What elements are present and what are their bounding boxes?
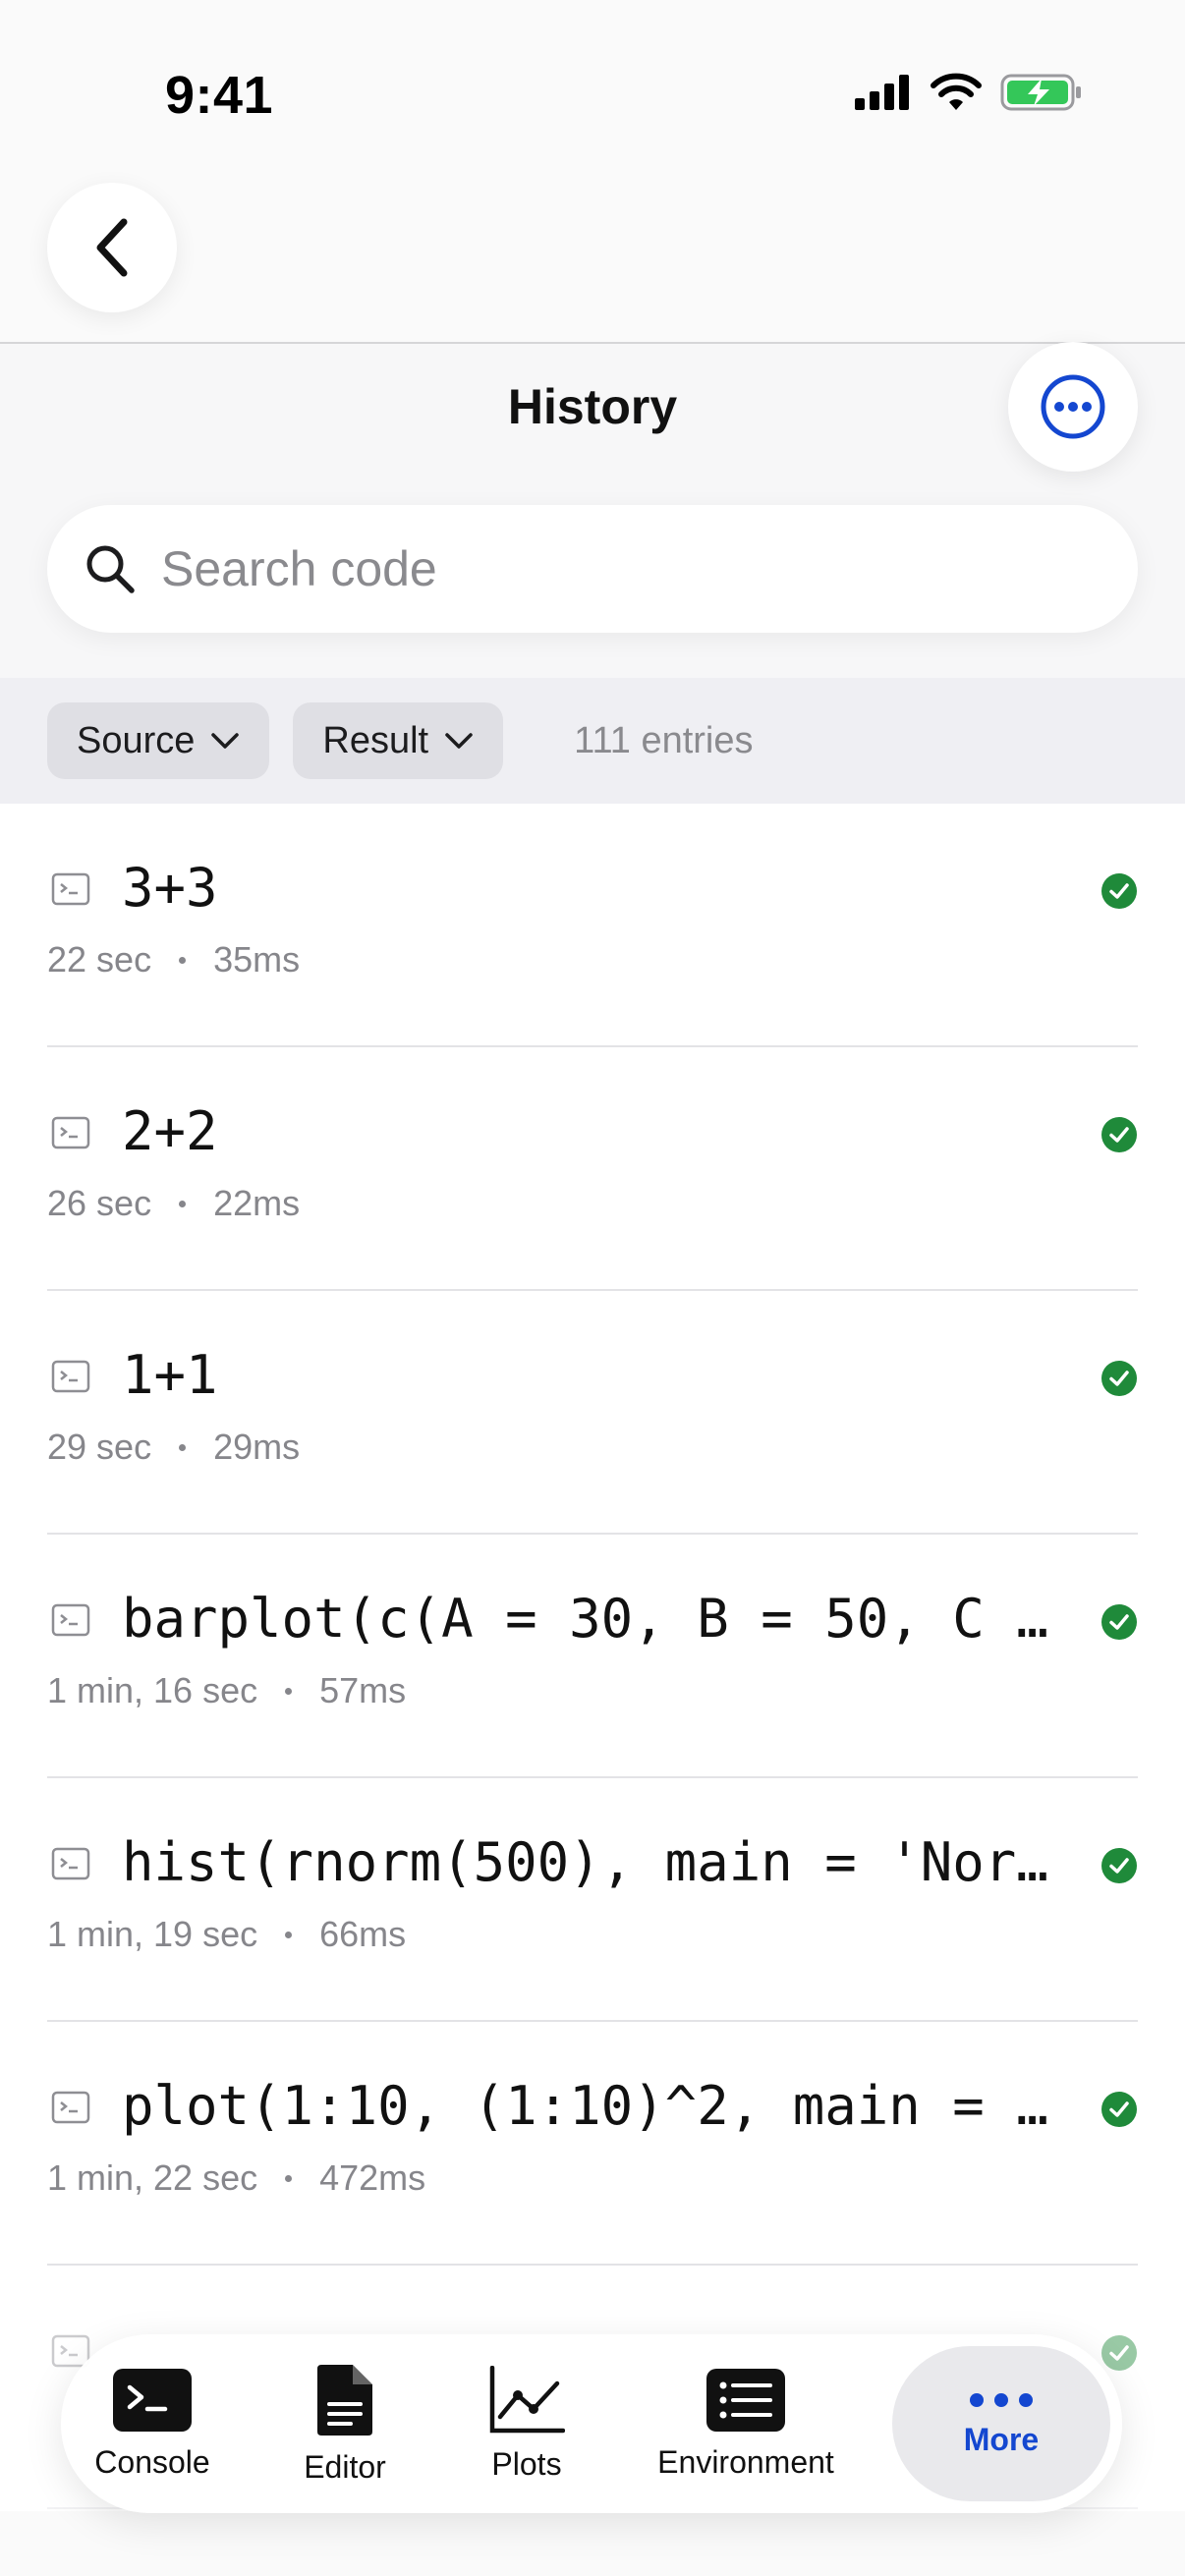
ellipsis-circle-icon (1041, 374, 1105, 439)
more-options-button[interactable] (1008, 342, 1138, 472)
search-input[interactable] (161, 540, 1045, 597)
history-duration: 57ms (319, 1670, 407, 1710)
history-duration: 66ms (319, 1914, 407, 1954)
list-icon (706, 2368, 785, 2432)
console-source-icon (51, 1360, 90, 1393)
success-check-icon (1101, 1361, 1137, 1396)
search-icon (86, 545, 135, 593)
separator-dot (179, 1443, 187, 1451)
history-row[interactable]: 2+2 26 sec 22ms (47, 1047, 1138, 1291)
history-meta: 22 sec 35ms (47, 939, 300, 980)
separator-dot (285, 1687, 293, 1695)
history-row[interactable]: barplot(c(A = 30, B = 50, C =… 1 min, 16… (47, 1535, 1138, 1778)
separator-dot (285, 2174, 293, 2182)
history-duration: 472ms (319, 2157, 426, 2198)
status-bar: 9:41 (0, 0, 1185, 147)
history-duration: 29ms (213, 1427, 301, 1467)
success-check-icon (1101, 2092, 1137, 2127)
history-time-ago: 22 sec (47, 939, 152, 980)
tab-environment-label: Environment (657, 2443, 834, 2480)
chevron-down-icon (211, 733, 240, 749)
result-filter-button[interactable]: Result (293, 702, 504, 779)
status-icons (855, 73, 1083, 112)
history-row[interactable]: 3+3 22 sec 35ms (47, 804, 1138, 1047)
history-meta: 26 sec 22ms (47, 1183, 300, 1224)
history-row[interactable]: hist(rnorm(500), main = 'Norm… 1 min, 19… (47, 1778, 1138, 2022)
source-filter-button[interactable]: Source (47, 702, 270, 779)
tab-more[interactable]: More (892, 2334, 1110, 2513)
home-indicator-area (0, 2511, 1185, 2576)
history-screen: 9:41 History Search code Source Result 1… (0, 0, 1185, 2576)
status-time: 9:41 (165, 66, 274, 125)
history-meta: 29 sec 29ms (47, 1427, 300, 1468)
tab-plots-label: Plots (491, 2445, 562, 2482)
history-list: 3+3 22 sec 35ms 2+2 26 sec 22ms 1+1 29 s… (47, 804, 1138, 2509)
history-code: 1+1 (122, 1344, 218, 1406)
history-code: hist(rnorm(500), main = 'Norm… (122, 1831, 1055, 1893)
history-code: 3+3 (122, 857, 218, 919)
chevron-left-icon (96, 218, 128, 277)
tab-console[interactable]: Console (67, 2334, 238, 2513)
history-time-ago: 1 min, 19 sec (47, 1914, 258, 1954)
chevron-down-icon (445, 733, 473, 749)
success-check-icon (1101, 1848, 1137, 1883)
history-row[interactable]: 1+1 29 sec 29ms (47, 1291, 1138, 1535)
line-chart-icon (489, 2365, 565, 2433)
tab-environment[interactable]: Environment (633, 2334, 859, 2513)
document-icon (317, 2364, 372, 2436)
history-time-ago: 29 sec (47, 1427, 152, 1467)
tab-console-label: Console (94, 2443, 210, 2480)
history-time-ago: 1 min, 16 sec (47, 1670, 258, 1710)
history-time-ago: 1 min, 22 sec (47, 2157, 258, 2198)
console-source-icon (51, 1116, 90, 1149)
cellular-signal-icon (855, 75, 909, 110)
success-check-icon (1101, 1117, 1137, 1152)
console-icon (113, 2368, 192, 2432)
tab-more-label: More (963, 2421, 1040, 2457)
filter-bar: Source Result 111 entries (0, 678, 1185, 804)
result-filter-label: Result (322, 719, 429, 761)
history-meta: 1 min, 16 sec 57ms (47, 1670, 406, 1711)
console-source-icon (51, 2091, 90, 2124)
separator-dot (285, 1931, 293, 1938)
history-duration: 22ms (213, 1183, 301, 1223)
back-button[interactable] (47, 183, 177, 312)
console-source-icon (51, 872, 90, 906)
tab-plots[interactable]: Plots (466, 2334, 588, 2513)
history-code: 2+2 (122, 1100, 218, 1162)
entries-count: 111 entries (574, 719, 754, 761)
tab-editor[interactable]: Editor (279, 2334, 411, 2513)
console-source-icon (51, 1847, 90, 1880)
history-meta: 1 min, 19 sec 66ms (47, 1914, 406, 1955)
success-check-icon (1101, 873, 1137, 909)
success-check-icon (1101, 1604, 1137, 1640)
battery-charging-icon (1000, 74, 1081, 111)
source-filter-label: Source (77, 719, 196, 761)
separator-dot (179, 956, 187, 964)
search-bar[interactable] (47, 505, 1138, 633)
history-row[interactable]: plot(1:10, (1:10)^2, main = '… 1 min, 22… (47, 2022, 1138, 2266)
wifi-icon (931, 73, 982, 110)
history-time-ago: 26 sec (47, 1183, 152, 1223)
history-meta: 1 min, 22 sec 472ms (47, 2157, 425, 2199)
ellipsis-icon (970, 2392, 1033, 2407)
history-code: plot(1:10, (1:10)^2, main = '… (122, 2075, 1055, 2137)
console-source-icon (51, 1603, 90, 1637)
tab-editor-label: Editor (304, 2448, 386, 2485)
bottom-tab-bar: Console Editor Plots Environment More (61, 2334, 1122, 2513)
history-code: barplot(c(A = 30, B = 50, C =… (122, 1588, 1055, 1650)
separator-dot (179, 1200, 187, 1207)
history-duration: 35ms (213, 939, 301, 980)
